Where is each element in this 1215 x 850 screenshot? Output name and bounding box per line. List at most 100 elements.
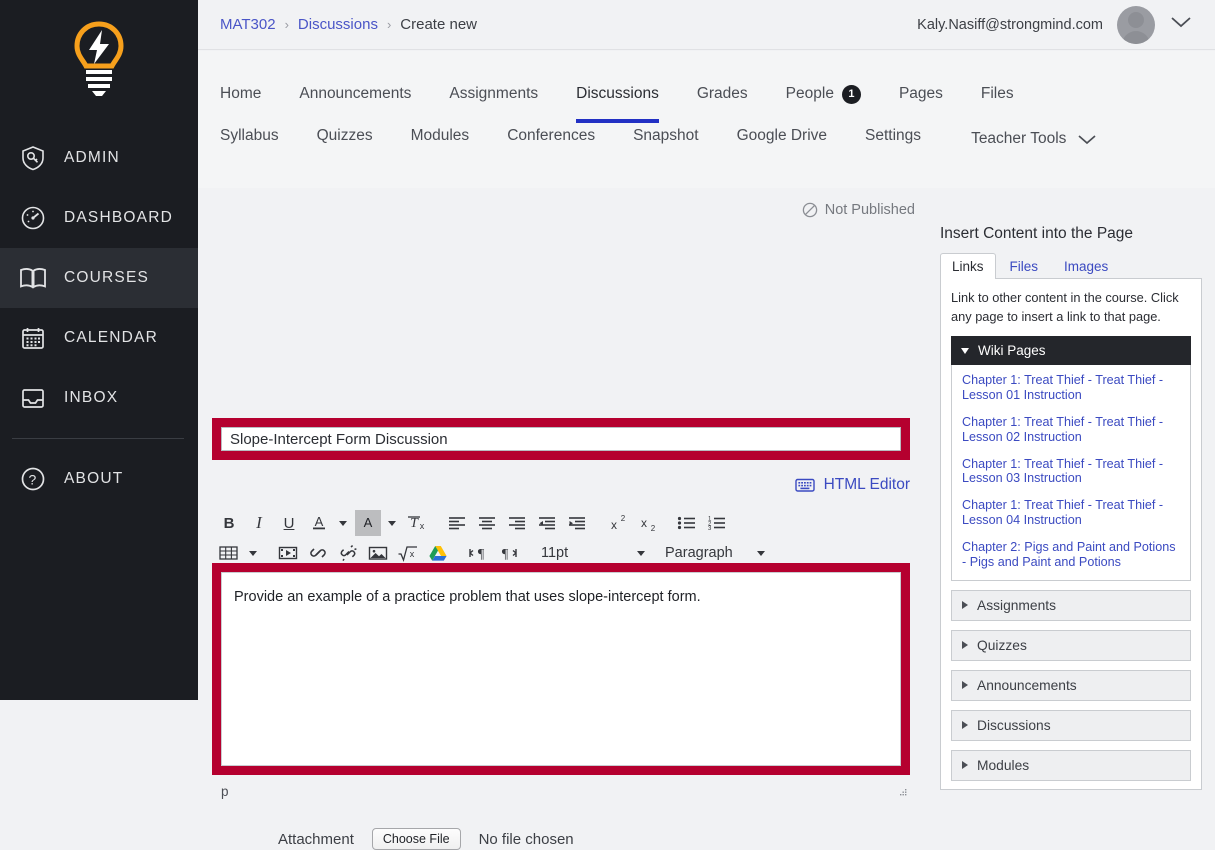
sidebar-nav: ADMIN DASHBOARD COURSES CALENDAR INBOX ?… — [0, 128, 198, 509]
tab-google-drive[interactable]: Google Drive — [737, 127, 827, 151]
list-item[interactable]: Chapter 2: Pigs and Paint and Potions - … — [962, 540, 1180, 570]
choose-file-button[interactable]: Choose File — [371, 828, 461, 850]
section-header-assignments[interactable]: Assignments — [951, 589, 1191, 621]
bold-icon[interactable]: B — [216, 510, 242, 536]
panel-body: Link to other content in the course. Cli… — [940, 278, 1202, 790]
indent-icon[interactable] — [564, 510, 590, 536]
tab-syllabus[interactable]: Syllabus — [220, 127, 279, 151]
align-left-icon[interactable] — [444, 510, 470, 536]
list-item[interactable]: Chapter 1: Treat Thief - Treat Thief - L… — [962, 415, 1180, 445]
section-header-announcements[interactable]: Announcements — [951, 669, 1191, 701]
panel-tab-files[interactable]: Files — [998, 253, 1051, 279]
tab-snapshot[interactable]: Snapshot — [633, 127, 699, 151]
tab-label: Discussions — [576, 85, 659, 102]
section-label: Modules — [977, 757, 1030, 773]
section-header-wiki-pages[interactable]: Wiki Pages — [951, 336, 1191, 366]
selected-file-name: No file chosen — [478, 830, 574, 848]
sidebar-item-label: INBOX — [64, 389, 119, 406]
gauge-icon — [18, 203, 48, 233]
svg-text:x: x — [410, 549, 415, 559]
sidebar-item-courses[interactable]: COURSES — [0, 248, 198, 308]
tab-conferences[interactable]: Conferences — [507, 127, 595, 151]
panel-tab-images[interactable]: Images — [1052, 253, 1120, 279]
list-item[interactable]: Chapter 1: Treat Thief - Treat Thief - L… — [962, 457, 1180, 487]
breadcrumb-discussions[interactable]: Discussions — [298, 16, 378, 33]
clear-formatting-icon[interactable]: T x — [404, 510, 430, 536]
svg-text:?: ? — [29, 472, 38, 488]
highlight-color-icon[interactable]: A — [355, 510, 381, 536]
numbered-list-icon[interactable]: 123 — [704, 510, 730, 536]
avatar[interactable] — [1117, 5, 1155, 44]
sidebar-item-admin[interactable]: ADMIN — [0, 128, 198, 188]
tab-label: Syllabus — [220, 127, 279, 144]
list-item[interactable]: Chapter 1: Treat Thief - Treat Thief - L… — [962, 373, 1180, 403]
breadcrumb-separator: › — [284, 17, 289, 32]
section-header-modules[interactable]: Modules — [951, 749, 1191, 781]
sidebar-item-label: CALENDAR — [64, 329, 159, 346]
tab-label: Modules — [410, 127, 470, 144]
sidebar-item-about[interactable]: ? ABOUT — [0, 449, 198, 509]
user-menu[interactable]: Kaly.Nasiff@strongmind.com — [917, 5, 1193, 44]
rich-text-editor-body[interactable]: Provide an example of a practice problem… — [221, 572, 901, 766]
tab-assignments[interactable]: Assignments — [449, 85, 538, 109]
tab-modules[interactable]: Modules — [411, 127, 470, 151]
tab-label: Files — [980, 85, 1014, 102]
chevron-down-icon — [637, 550, 645, 556]
triangle-right-icon — [962, 681, 968, 690]
tab-files[interactable]: Files — [981, 85, 1014, 109]
sidebar-item-dashboard[interactable]: DASHBOARD — [0, 188, 198, 248]
no-entry-icon — [802, 202, 817, 218]
app-logo[interactable] — [0, 0, 198, 118]
subscript-icon[interactable]: x2 — [634, 510, 660, 536]
tab-label: Quizzes — [316, 127, 373, 144]
sidebar-item-label: DASHBOARD — [64, 209, 173, 226]
sidebar-item-label: COURSES — [64, 269, 150, 286]
chevron-down-icon — [1171, 17, 1191, 28]
italic-icon[interactable]: I — [246, 510, 272, 536]
highlight-color-dropdown[interactable] — [385, 510, 398, 536]
triangle-right-icon — [962, 761, 968, 770]
breadcrumb-separator: › — [386, 17, 392, 32]
bullet-list-icon[interactable] — [674, 510, 700, 536]
tab-home[interactable]: Home — [220, 85, 261, 109]
html-editor-label[interactable]: HTML Editor — [824, 476, 910, 494]
align-center-icon[interactable] — [474, 510, 500, 536]
panel-tab-links[interactable]: Links — [940, 253, 996, 279]
section-header-quizzes[interactable]: Quizzes — [951, 629, 1191, 661]
tab-grades[interactable]: Grades — [697, 85, 748, 109]
svg-text:2: 2 — [651, 524, 656, 532]
resize-grip-icon[interactable] — [898, 786, 908, 796]
outdent-icon[interactable] — [534, 510, 560, 536]
breadcrumb-course[interactable]: MAT302 — [220, 16, 276, 33]
tab-label: Pages — [898, 85, 943, 102]
tab-announcements[interactable]: Announcements — [299, 85, 411, 109]
tab-pages[interactable]: Pages — [899, 85, 943, 109]
tab-label: Google Drive — [736, 127, 828, 144]
tab-label: Assignments — [449, 85, 539, 102]
sidebar-item-calendar[interactable]: CALENDAR — [0, 308, 198, 368]
section-header-discussions[interactable]: Discussions — [951, 709, 1191, 741]
publish-status-label: Not Published — [824, 202, 915, 218]
tab-discussions[interactable]: Discussions — [576, 85, 659, 123]
insert-content-panel: Insert Content into the Page Links Files… — [940, 225, 1202, 790]
font-size-value: 11pt — [541, 545, 569, 561]
tab-people[interactable]: People 1 — [786, 84, 861, 110]
user-menu-chevron[interactable] — [1169, 15, 1193, 34]
align-right-icon[interactable] — [504, 510, 530, 536]
list-item[interactable]: Chapter 1: Treat Thief - Treat Thief - L… — [962, 498, 1180, 528]
tab-quizzes[interactable]: Quizzes — [317, 127, 373, 151]
breadcrumb: MAT302 › Discussions › Create new — [220, 16, 477, 33]
section-label: Assignments — [977, 597, 1056, 613]
status-badge[interactable]: Not Published — [802, 202, 915, 218]
superscript-icon[interactable]: x2 — [604, 510, 630, 536]
sidebar-item-inbox[interactable]: INBOX — [0, 368, 198, 428]
text-color-dropdown[interactable] — [336, 510, 349, 536]
underline-icon[interactable]: U — [276, 510, 302, 536]
section-label: Quizzes — [977, 637, 1027, 653]
keyboard-icon — [794, 478, 815, 492]
teacher-tools-menu[interactable]: Teacher Tools — [971, 130, 1098, 148]
html-editor-toggle[interactable]: HTML Editor — [212, 476, 910, 494]
tab-settings[interactable]: Settings — [865, 127, 921, 151]
text-color-icon[interactable]: A — [306, 510, 332, 536]
topic-title-input[interactable] — [221, 427, 901, 451]
